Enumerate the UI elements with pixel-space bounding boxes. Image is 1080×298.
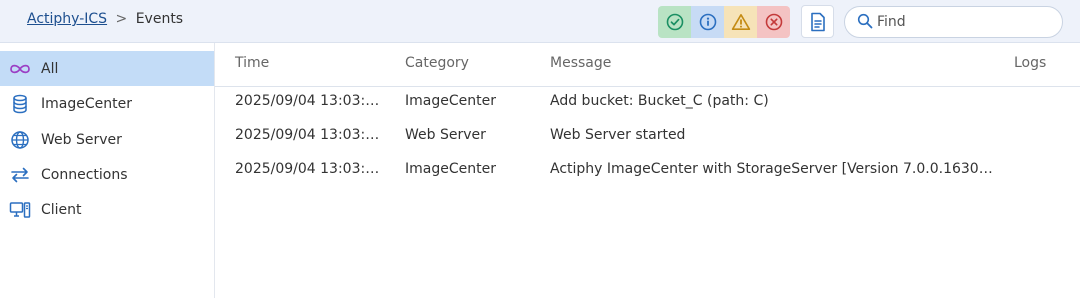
column-header-time[interactable]: Time [235,55,269,71]
infinity-icon [9,58,31,80]
warning-triangle-icon [731,14,750,30]
table-row[interactable]: 2025/09/04 13:03:… ImageCenter Actiphy I… [215,154,1080,188]
sidebar: All ImageCenter Web Server Connections C… [0,43,215,298]
error-filter-button[interactable] [757,6,790,38]
sidebar-item-label: Client [41,201,82,218]
level-filter-group [658,6,790,38]
log-file-button[interactable] [801,5,834,38]
top-bar: Actiphy-ICS > Events [0,0,1080,43]
sidebar-item-label: ImageCenter [41,95,132,112]
sidebar-item-label: Connections [41,166,128,183]
sidebar-item-label: All [41,60,59,77]
cell-category: ImageCenter [405,161,496,177]
column-header-category[interactable]: Category [405,55,469,71]
sidebar-item-web-server[interactable]: Web Server [0,122,214,157]
breadcrumb: Actiphy-ICS > Events [27,11,183,27]
table-row[interactable]: 2025/09/04 13:03:… Web Server Web Server… [215,120,1080,154]
sidebar-item-all[interactable]: All [0,51,214,86]
check-circle-icon [666,13,683,31]
sidebar-item-client[interactable]: Client [0,192,214,227]
globe-icon [9,129,31,151]
warning-filter-button[interactable] [724,6,757,38]
events-table: Time Category Message Logs 2025/09/04 13… [215,43,1080,298]
cell-time: 2025/09/04 13:03:… [235,127,380,143]
computer-icon [9,199,31,221]
column-header-message[interactable]: Message [550,55,611,71]
error-circle-icon [765,13,782,31]
document-icon [810,12,825,31]
info-filter-button[interactable] [691,6,724,38]
search-box [844,6,1063,38]
cell-category: ImageCenter [405,93,496,109]
cell-message: Add bucket: Bucket_C (path: C) [550,93,769,109]
arrows-exchange-icon [9,164,31,186]
breadcrumb-current: Events [135,11,184,27]
cell-category: Web Server [405,127,486,143]
sidebar-item-connections[interactable]: Connections [0,157,214,192]
table-header: Time Category Message Logs [215,43,1080,87]
sidebar-item-label: Web Server [41,131,122,148]
cell-time: 2025/09/04 13:03:… [235,161,380,177]
cell-time: 2025/09/04 13:03:… [235,93,380,109]
table-row[interactable]: 2025/09/04 13:03:… ImageCenter Add bucke… [215,86,1080,120]
info-circle-icon [699,13,716,31]
sidebar-item-imagecenter[interactable]: ImageCenter [0,86,214,121]
breadcrumb-separator: > [115,11,128,27]
search-icon [857,13,873,29]
database-icon [9,93,31,115]
search-input[interactable] [877,12,1057,32]
breadcrumb-root-link[interactable]: Actiphy-ICS [27,11,107,27]
cell-message: Web Server started [550,127,686,143]
cell-message: Actiphy ImageCenter with StorageServer [… [550,161,995,177]
success-filter-button[interactable] [658,6,691,38]
column-header-logs[interactable]: Logs [1014,55,1046,71]
